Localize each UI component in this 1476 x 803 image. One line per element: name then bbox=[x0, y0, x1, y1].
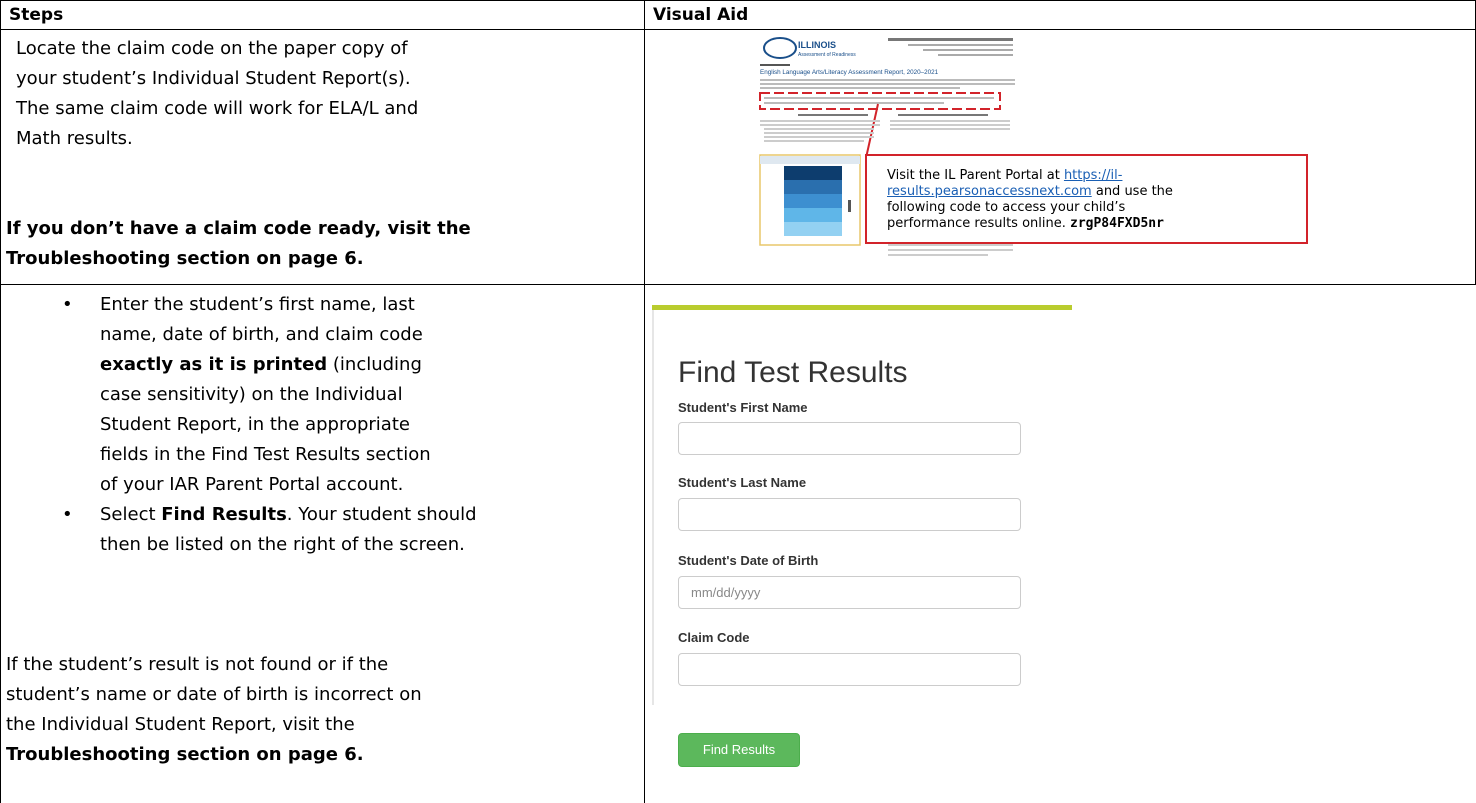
bullet2-suffix: . Your student should bbox=[286, 504, 477, 525]
row1-troubleshooting-note: If you don’t have a claim code ready, vi… bbox=[6, 214, 471, 274]
callout-text: Visit the IL Parent Portal at https://il… bbox=[887, 168, 1297, 232]
row1-line: The same claim code will work for ELA/L … bbox=[16, 98, 419, 119]
claim-code-field[interactable] bbox=[678, 653, 1021, 686]
steps-table: Steps Visual Aid Locate the claim code o… bbox=[0, 0, 1476, 803]
bullet-icon: • bbox=[62, 504, 73, 525]
header-steps: Steps bbox=[9, 5, 64, 25]
panel-accent-bar bbox=[652, 305, 1072, 310]
bullet2-bold: Find Results bbox=[161, 504, 287, 525]
claim-code-callout: Visit the IL Parent Portal at https://il… bbox=[865, 154, 1308, 244]
table-border-left bbox=[0, 0, 1, 803]
first-name-label: Student's First Name bbox=[678, 400, 808, 415]
bullet-select-find-results: • Select Find Results. Your student shou… bbox=[62, 500, 477, 560]
table-row-divider bbox=[0, 284, 1476, 285]
bullet-enter-details: • Enter the student’s first name, last n… bbox=[62, 290, 431, 500]
row1-bold-line: Troubleshooting section on page 6. bbox=[6, 248, 364, 269]
row1-line: your student’s Individual Student Report… bbox=[16, 68, 411, 89]
claim-code-label: Claim Code bbox=[678, 630, 750, 645]
callout-suffix: and use the bbox=[1091, 184, 1173, 199]
bullet1-line-bold-mix: exactly as it is printed (including bbox=[100, 350, 431, 380]
bullet1-after-bold: (including bbox=[327, 354, 422, 375]
bullet1-line: of your IAR Parent Portal account. bbox=[100, 474, 404, 495]
logo-subtext: Assessment of Readiness bbox=[798, 52, 856, 58]
row1-line: Math results. bbox=[16, 128, 133, 149]
row1-instructions: Locate the claim code on the paper copy … bbox=[16, 34, 418, 154]
illinois-logo-icon bbox=[763, 37, 797, 59]
find-results-button[interactable]: Find Results bbox=[678, 733, 800, 767]
row1-line: Locate the claim code on the paper copy … bbox=[16, 38, 408, 59]
row1-bold-line: If you don’t have a claim code ready, vi… bbox=[6, 218, 471, 239]
bullet1-line: name, date of birth, and claim code bbox=[100, 324, 423, 345]
callout-line4: performance results online. bbox=[887, 216, 1070, 231]
bullet-icon: • bbox=[62, 294, 73, 315]
table-header-row: Steps Visual Aid bbox=[0, 0, 1476, 30]
portal-link-part2[interactable]: results.pearsonaccessnext.com bbox=[887, 184, 1092, 199]
claim-code: zrgP84FXD5nr bbox=[1070, 216, 1164, 231]
note-bold-line: Troubleshooting section on page 6. bbox=[6, 744, 364, 765]
first-name-field[interactable] bbox=[678, 422, 1021, 455]
claim-code-highlight bbox=[759, 92, 1001, 110]
dob-field[interactable]: mm/dd/yyyy bbox=[678, 576, 1021, 609]
report-title: English Language Arts/Literacy Assessmen… bbox=[760, 69, 939, 76]
last-name-label: Student's Last Name bbox=[678, 475, 807, 490]
callout-line3: following code to access your child’s bbox=[887, 200, 1126, 215]
bullet1-line: Student Report, in the appropriate bbox=[100, 414, 410, 435]
form-title: Find Test Results bbox=[678, 356, 908, 389]
bullet1-line: fields in the Find Test Results section bbox=[100, 444, 431, 465]
dob-label: Student's Date of Birth bbox=[678, 553, 819, 568]
note-line: the Individual Student Report, visit the bbox=[6, 714, 355, 735]
row2-not-found-note: If the student’s result is not found or … bbox=[6, 650, 422, 770]
bullet1-line: case sensitivity) on the Individual bbox=[100, 384, 403, 405]
note-line: student’s name or date of birth is incor… bbox=[6, 684, 422, 705]
logo-text: ILLINOIS bbox=[798, 40, 836, 50]
bullet1-line: Enter the student’s first name, last bbox=[100, 294, 415, 315]
header-visual-aid: Visual Aid bbox=[653, 5, 749, 25]
bullet1-bold: exactly as it is printed bbox=[100, 354, 328, 375]
table-column-divider bbox=[644, 0, 645, 803]
callout-prefix: Visit the IL Parent Portal at bbox=[887, 168, 1064, 183]
bullet2-line: Select Find Results. Your student should bbox=[100, 500, 477, 530]
last-name-field[interactable] bbox=[678, 498, 1021, 531]
note-line: If the student’s result is not found or … bbox=[6, 654, 389, 675]
portal-link-part1[interactable]: https://il- bbox=[1064, 168, 1123, 183]
bullet2-line2: then be listed on the right of the scree… bbox=[100, 534, 465, 555]
bullet2-prefix: Select bbox=[100, 504, 162, 525]
